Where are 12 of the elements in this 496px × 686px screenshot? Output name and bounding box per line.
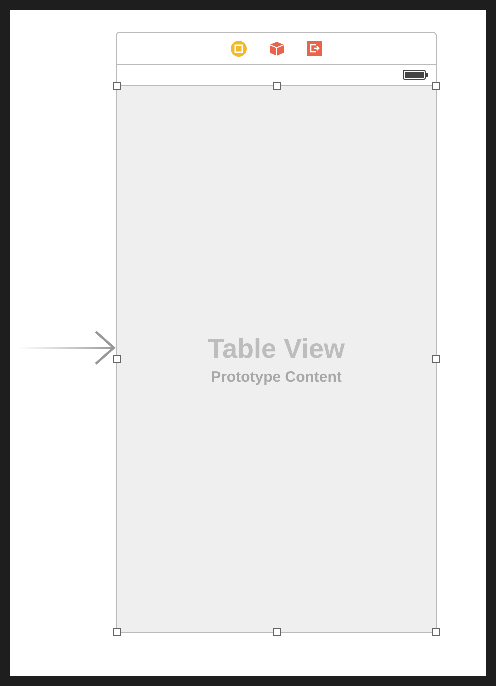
cube-icon[interactable] (269, 40, 285, 56)
battery-icon (403, 70, 428, 80)
resize-handle[interactable] (113, 82, 121, 90)
resize-handle[interactable] (432, 628, 440, 636)
resize-handle[interactable] (113, 355, 121, 363)
resize-handle[interactable] (272, 628, 280, 636)
exit-icon[interactable] (307, 41, 322, 56)
resize-handle[interactable] (432, 82, 440, 90)
table-view-subtitle: Prototype Content (211, 369, 342, 386)
resize-handle[interactable] (113, 628, 121, 636)
resize-handle[interactable] (272, 82, 280, 90)
resize-handle[interactable] (432, 355, 440, 363)
